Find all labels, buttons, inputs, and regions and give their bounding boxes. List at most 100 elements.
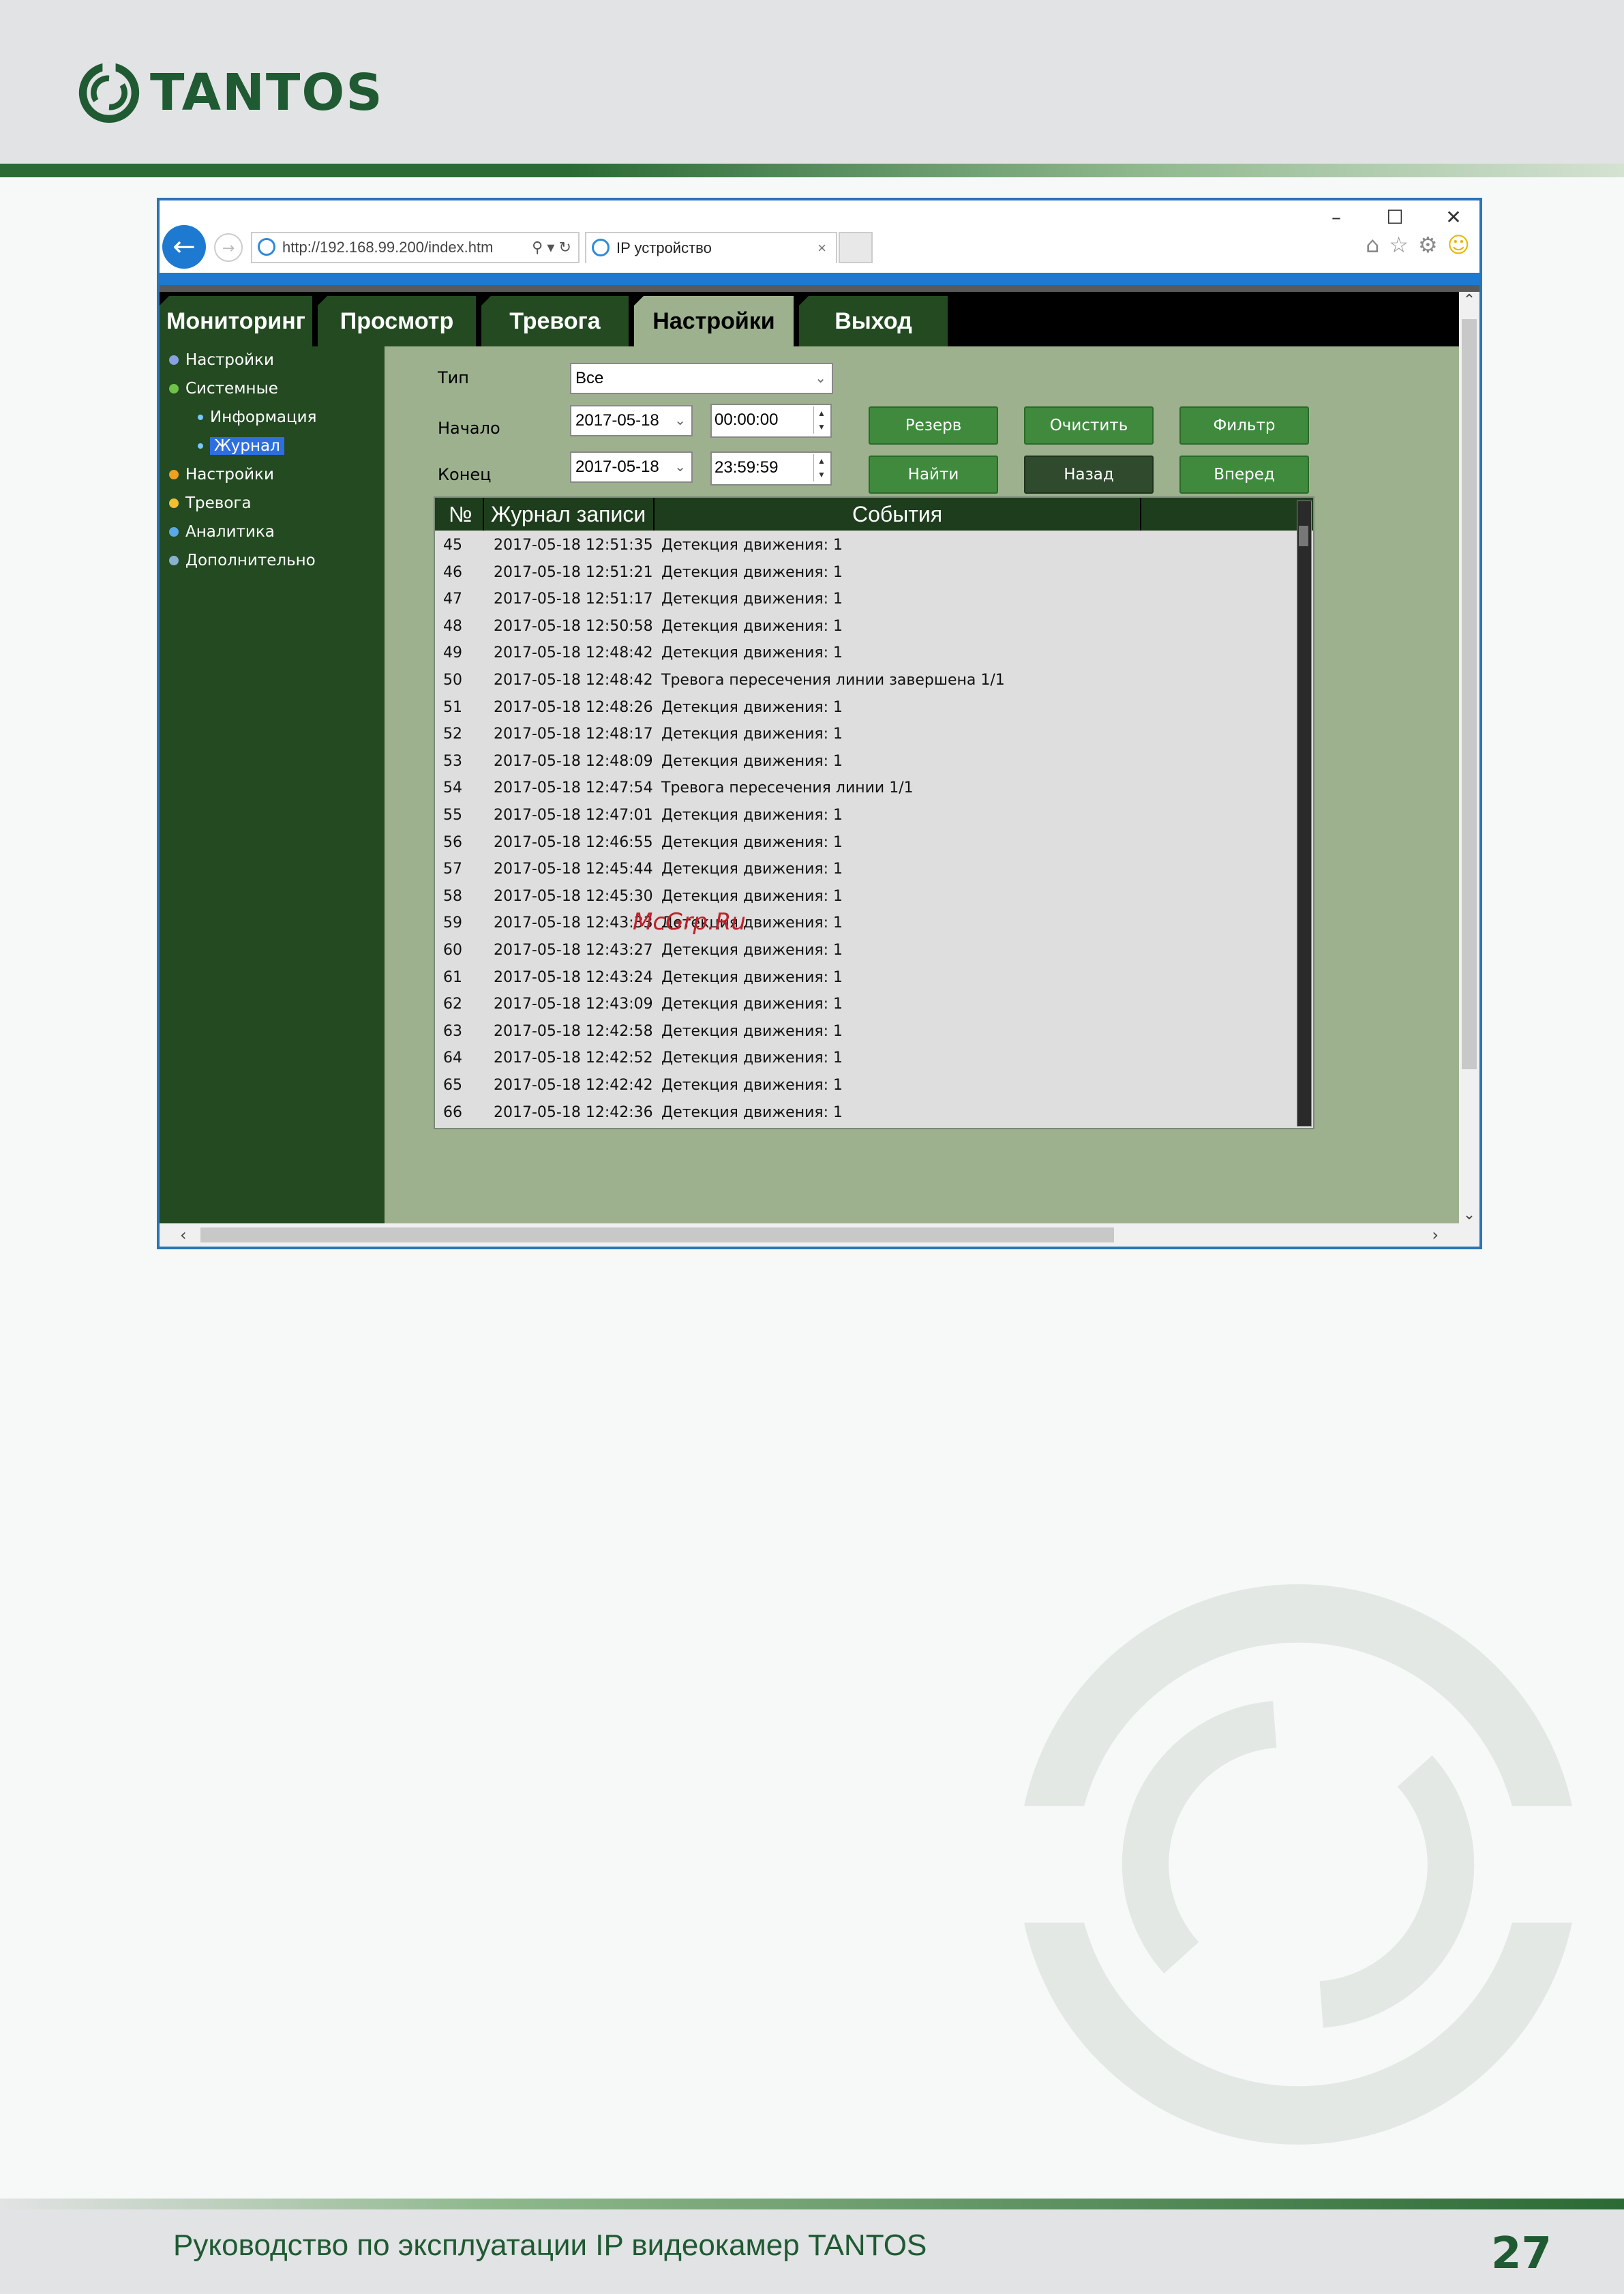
browser-vscroll-thumb[interactable] — [1462, 319, 1477, 1069]
log-scrollbar-thumb[interactable] — [1299, 526, 1308, 546]
settings-gear-icon[interactable]: ⚙ — [1418, 232, 1438, 258]
table-row[interactable]: 53 2017-05-18 12:48:09 Детекция движения: … — [435, 748, 1294, 775]
forward-arrow-icon[interactable]: → — [214, 233, 243, 262]
row-number: 46 — [443, 563, 462, 581]
table-row[interactable]: 48 2017-05-18 12:50:58 Детекция движения: … — [435, 613, 1294, 640]
tab-alarm[interactable]: Тревога — [481, 296, 629, 346]
tab-monitoring[interactable]: Мониторинг — [160, 296, 312, 346]
sidebar-item-information[interactable]: Информация — [198, 405, 316, 430]
table-row[interactable]: 51 2017-05-18 12:48:26 Детекция движения: … — [435, 694, 1294, 721]
spinner-arrows-icon[interactable]: ▲ ▼ — [813, 406, 829, 434]
spinner-arrows-icon[interactable]: ▲ ▼ — [813, 454, 829, 481]
row-event: Тревога пересечения линии 1/1 — [661, 779, 914, 797]
find-button[interactable]: Найти — [869, 456, 998, 494]
table-row[interactable]: 63 2017-05-18 12:42:58 Детекция движения: … — [435, 1018, 1294, 1045]
system-icon — [169, 384, 179, 393]
chevron-down-icon: ⌄ — [674, 460, 686, 475]
filter-button[interactable]: Фильтр — [1179, 406, 1309, 445]
row-event: Детекция движения: 1 — [661, 861, 843, 878]
type-select[interactable]: Все ⌄ — [570, 363, 833, 394]
table-row[interactable]: 52 2017-05-18 12:48:17 Детекция движения: … — [435, 721, 1294, 748]
row-timestamp: 2017-05-18 12:46:55 — [494, 833, 653, 851]
row-event: Детекция движения: 1 — [661, 537, 843, 554]
row-number: 49 — [443, 644, 462, 662]
sidebar-item-system[interactable]: Системные — [169, 376, 278, 401]
sidebar-item-advanced[interactable]: Дополнительно — [169, 548, 316, 573]
browser-vertical-scrollbar[interactable]: ⌃ ⌄ — [1459, 292, 1479, 1227]
table-row[interactable]: 66 2017-05-18 12:42:36 Детекция движения: … — [435, 1099, 1294, 1127]
row-number: 61 — [443, 968, 462, 986]
sidebar-item-analytics[interactable]: Аналитика — [169, 520, 275, 544]
row-timestamp: 2017-05-18 12:42:36 — [494, 1103, 653, 1121]
url-text: http://192.168.99.200/index.htm — [282, 239, 494, 256]
table-row[interactable]: 57 2017-05-18 12:45:44 Детекция движения: … — [435, 856, 1294, 883]
feedback-smiley-icon[interactable]: ☺ — [1447, 232, 1470, 258]
row-number: 56 — [443, 833, 462, 851]
manual-title: Руководство по эксплуатации IP видеокаме… — [173, 2229, 927, 2262]
back-arrow-icon[interactable]: ← — [162, 225, 206, 269]
table-row[interactable]: 49 2017-05-18 12:48:42 Детекция движения: … — [435, 640, 1294, 667]
back-button[interactable]: Назад — [1024, 456, 1154, 494]
table-row[interactable]: 61 2017-05-18 12:43:24 Детекция движения: … — [435, 964, 1294, 992]
analytics-icon — [169, 527, 179, 537]
browser-tab[interactable]: IP устройство × — [585, 232, 837, 263]
row-timestamp: 2017-05-18 12:42:42 — [494, 1077, 653, 1094]
row-timestamp: 2017-05-18 12:43:27 — [494, 942, 653, 959]
sidebar-item-alarm[interactable]: Тревога — [169, 491, 252, 516]
row-timestamp: 2017-05-18 12:45:30 — [494, 887, 653, 905]
tab-exit[interactable]: Выход — [799, 296, 948, 346]
row-timestamp: 2017-05-18 12:48:09 — [494, 752, 653, 770]
tab-playback[interactable]: Просмотр — [318, 296, 476, 346]
end-date-picker[interactable]: 2017-05-18 ⌄ — [570, 451, 693, 483]
row-number: 50 — [443, 672, 462, 689]
row-number: 45 — [443, 537, 462, 554]
row-number: 66 — [443, 1103, 462, 1121]
address-bar-row: ← → http://192.168.99.200/index.htm ⚲ ▾ … — [160, 225, 1479, 269]
sidebar-item-settings[interactable]: Настройки — [169, 348, 274, 372]
row-timestamp: 2017-05-18 12:45:44 — [494, 861, 653, 878]
top-navigation: Мониторинг Просмотр Тревога Настройки Вы… — [160, 292, 1459, 346]
browser-hscroll-thumb[interactable] — [200, 1227, 1114, 1242]
clear-button[interactable]: Очистить — [1024, 406, 1154, 445]
browser-horizontal-scrollbar[interactable]: ‹ › — [160, 1223, 1479, 1247]
scroll-right-icon[interactable]: › — [1432, 1223, 1439, 1247]
favorites-star-icon[interactable]: ☆ — [1389, 232, 1409, 258]
table-row[interactable]: 54 2017-05-18 12:47:54 Тревога пересечения… — [435, 775, 1294, 802]
close-tab-icon[interactable]: × — [817, 233, 826, 263]
table-row[interactable]: 62 2017-05-18 12:43:09 Детекция движения: … — [435, 991, 1294, 1018]
table-row[interactable]: 58 2017-05-18 12:45:30 Детекция движения: … — [435, 883, 1294, 910]
table-row[interactable]: 59 2017-05-18 12:43:33 Детекция движения: … — [435, 910, 1294, 937]
scroll-left-icon[interactable]: ‹ — [180, 1223, 187, 1247]
row-timestamp: 2017-05-18 12:51:17 — [494, 591, 653, 608]
scroll-up-icon[interactable]: ⌃ — [1459, 292, 1479, 309]
address-bar[interactable]: http://192.168.99.200/index.htm ⚲ ▾ ↻ — [251, 232, 580, 263]
forward-button[interactable]: Вперед — [1179, 456, 1309, 494]
row-number: 60 — [443, 942, 462, 959]
table-row[interactable]: 46 2017-05-18 12:51:21 Детекция движения: … — [435, 559, 1294, 586]
home-icon[interactable]: ⌂ — [1366, 232, 1379, 258]
log-scrollbar[interactable] — [1297, 501, 1312, 1127]
backup-button[interactable]: Резерв — [869, 406, 998, 445]
table-row[interactable]: 60 2017-05-18 12:43:27 Детекция движения: … — [435, 937, 1294, 964]
scroll-down-icon[interactable]: ⌄ — [1459, 1206, 1479, 1223]
row-event: Тревога пересечения линии завершена 1/1 — [661, 672, 1005, 689]
table-row[interactable]: 56 2017-05-18 12:46:55 Детекция движения: … — [435, 829, 1294, 856]
tab-title: IP устройство — [616, 239, 712, 256]
start-date-picker[interactable]: 2017-05-18 ⌄ — [570, 405, 693, 436]
row-event: Детекция движения: 1 — [661, 1022, 843, 1040]
sidebar-item-log[interactable]: Журнал — [198, 434, 284, 458]
table-row[interactable]: 50 2017-05-18 12:48:42 Тревога пересечения… — [435, 667, 1294, 694]
search-refresh-icons[interactable]: ⚲ ▾ ↻ — [532, 233, 571, 262]
table-row[interactable]: 45 2017-05-18 12:51:35 Детекция движения: … — [435, 532, 1294, 559]
row-number: 47 — [443, 591, 462, 608]
table-row[interactable]: 47 2017-05-18 12:51:17 Детекция движения: … — [435, 586, 1294, 613]
table-row[interactable]: 55 2017-05-18 12:47:01 Детекция движения: … — [435, 802, 1294, 829]
start-time-input[interactable]: 00:00:00 ▲ ▼ — [710, 404, 832, 438]
sidebar-item-settings-2[interactable]: Настройки — [169, 462, 274, 487]
tab-settings[interactable]: Настройки — [634, 296, 794, 346]
ie-tab-icon — [592, 239, 610, 256]
table-row[interactable]: 64 2017-05-18 12:42:52 Детекция движения: … — [435, 1045, 1294, 1072]
new-tab-button[interactable] — [839, 232, 873, 263]
table-row[interactable]: 65 2017-05-18 12:42:42 Детекция движения: … — [435, 1072, 1294, 1099]
end-time-input[interactable]: 23:59:59 ▲ ▼ — [710, 451, 832, 486]
